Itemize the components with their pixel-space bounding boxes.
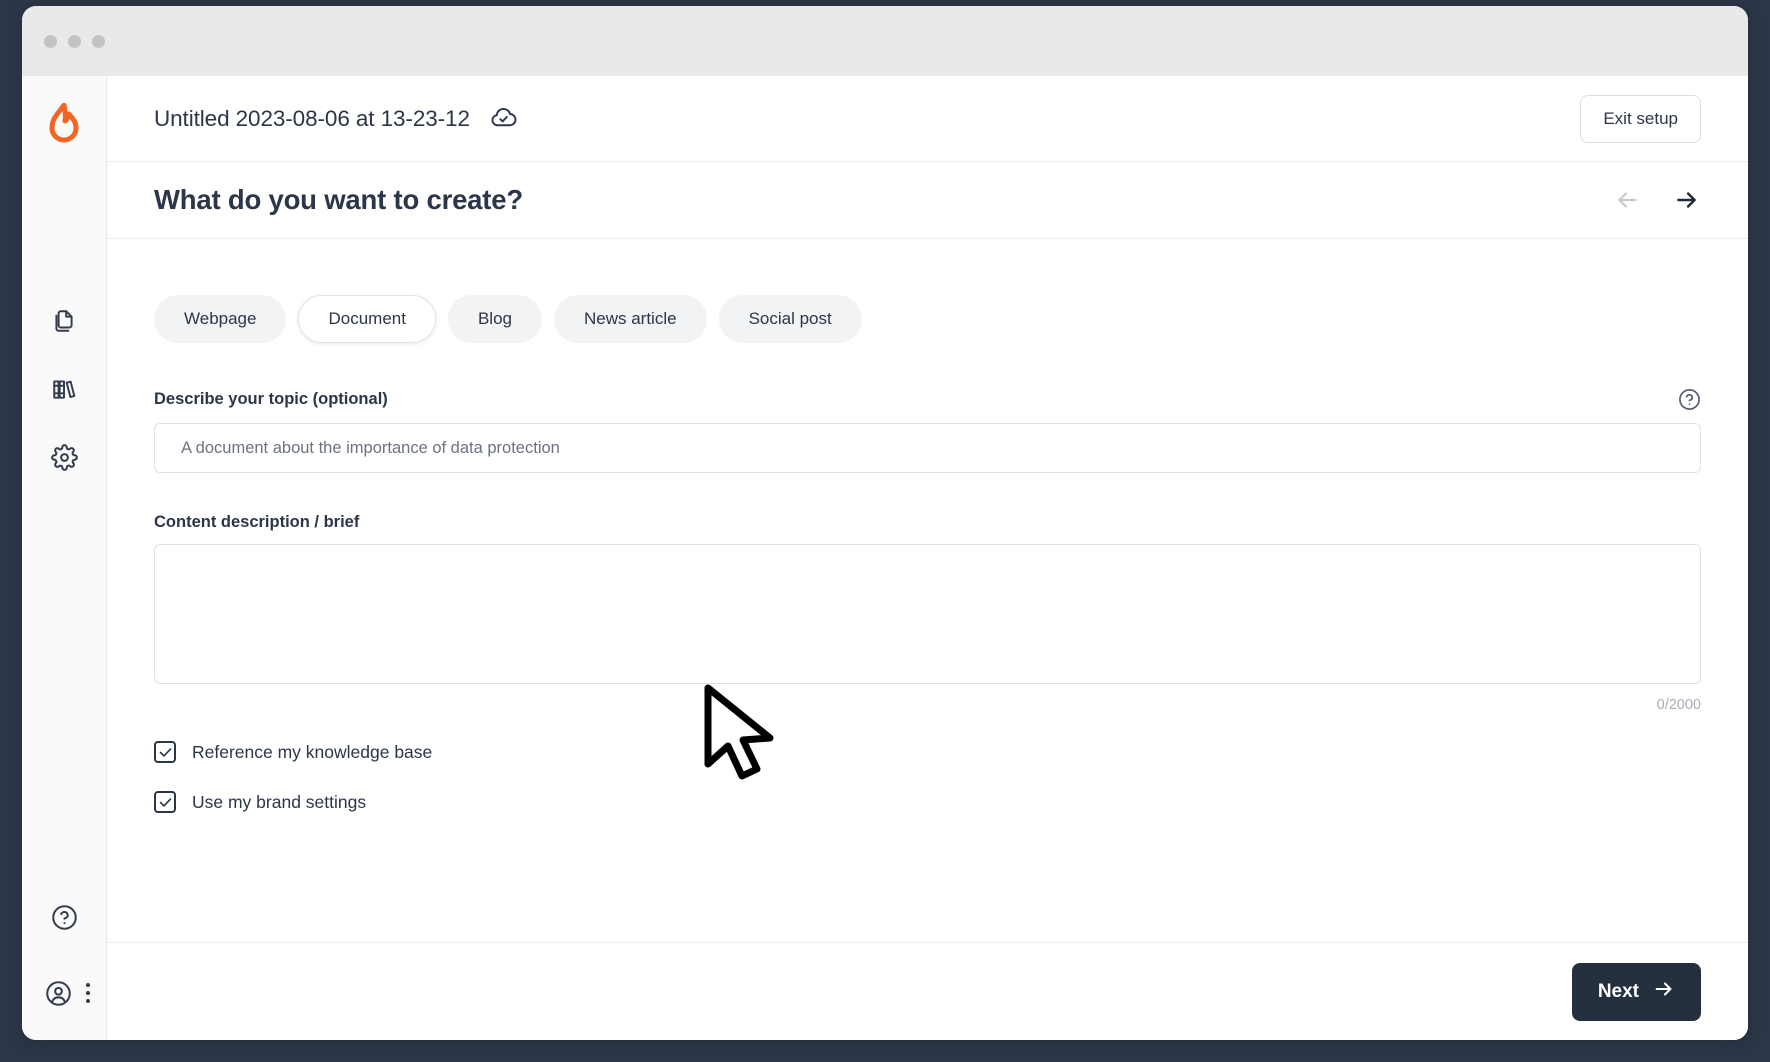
content-type-webpage[interactable]: Webpage: [154, 295, 287, 343]
topic-input[interactable]: [154, 423, 1701, 473]
brief-label-row: Content description / brief: [154, 513, 1701, 532]
exit-setup-button[interactable]: Exit setup: [1580, 94, 1701, 143]
arrow-left-icon[interactable]: [1613, 186, 1641, 214]
desktop-root: Untitled 2023-08-06 at 13-23-12 Exit set…: [0, 0, 1770, 1062]
sidebar-item-settings[interactable]: [41, 434, 87, 480]
app-body: Untitled 2023-08-06 at 13-23-12 Exit set…: [22, 76, 1748, 1040]
checkbox-box[interactable]: [154, 791, 176, 813]
step-navigation: [1613, 186, 1701, 214]
content-type-document[interactable]: Document: [298, 295, 436, 343]
document-header: Untitled 2023-08-06 at 13-23-12 Exit set…: [107, 76, 1748, 162]
question-circle-icon[interactable]: [1678, 388, 1701, 411]
topic-label-row: Describe your topic (optional): [154, 388, 1701, 411]
character-counter: 0/2000: [1656, 697, 1701, 713]
minimize-window-button[interactable]: [68, 35, 81, 48]
topic-field-label: Describe your topic (optional): [154, 390, 388, 408]
checkbox-use-brand-settings[interactable]: Use my brand settings: [154, 791, 1701, 813]
sidebar-item-library[interactable]: [41, 366, 87, 412]
brief-field-label: Content description / brief: [154, 513, 360, 531]
checkbox-label: Reference my knowledge base: [192, 741, 433, 762]
sidebar-bottom-group: [22, 894, 106, 1016]
form-footer: Next: [107, 942, 1748, 1040]
arrow-right-icon: [1653, 978, 1675, 1006]
content-type-news-article[interactable]: News article: [553, 295, 707, 343]
help-circle-icon[interactable]: [41, 894, 87, 940]
kebab-menu-icon[interactable]: [83, 979, 93, 1007]
window-titlebar: [22, 6, 1748, 76]
cloud-check-icon: [490, 105, 517, 132]
maximize-window-button[interactable]: [92, 35, 105, 48]
content-type-tabs: Webpage Document Blog News article Socia…: [154, 295, 1701, 343]
checkbox-box[interactable]: [154, 741, 176, 763]
close-window-button[interactable]: [44, 35, 57, 48]
step-title: What do you want to create?: [154, 184, 523, 215]
brief-textarea[interactable]: [154, 544, 1701, 684]
setup-form: Webpage Document Blog News article Socia…: [107, 239, 1748, 942]
page-title: Untitled 2023-08-06 at 13-23-12: [154, 105, 470, 131]
checkbox-reference-knowledge-base[interactable]: Reference my knowledge base: [154, 741, 1701, 763]
main-panel: Untitled 2023-08-06 at 13-23-12 Exit set…: [107, 76, 1748, 1040]
arrow-right-icon[interactable]: [1673, 186, 1701, 214]
user-account-icon[interactable]: [35, 970, 81, 1016]
next-button-label: Next: [1597, 980, 1639, 1002]
account-row: [35, 970, 93, 1016]
field-gap: [154, 473, 1701, 513]
content-type-social-post[interactable]: Social post: [718, 295, 862, 343]
traffic-lights: [44, 35, 105, 48]
flame-logo[interactable]: [41, 102, 87, 148]
left-sidebar: [22, 76, 107, 1040]
sidebar-item-documents[interactable]: [41, 298, 87, 344]
app-window: Untitled 2023-08-06 at 13-23-12 Exit set…: [22, 6, 1748, 1040]
next-button[interactable]: Next: [1571, 962, 1701, 1021]
step-header: What do you want to create?: [107, 162, 1748, 239]
checkbox-label: Use my brand settings: [192, 791, 367, 812]
content-type-blog[interactable]: Blog: [447, 295, 542, 343]
